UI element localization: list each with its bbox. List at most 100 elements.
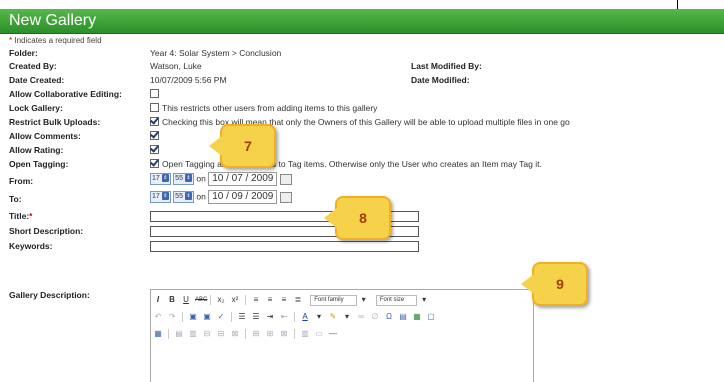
title-required-star: *: [29, 211, 33, 221]
align-left-icon[interactable]: ≡: [251, 295, 261, 305]
cleanup-icon[interactable]: ✓: [216, 312, 226, 322]
chevron-down-icon[interactable]: ▾: [419, 295, 429, 305]
delete-row-icon[interactable]: ⊠: [230, 329, 240, 339]
split-cells-icon[interactable]: ▥: [300, 329, 310, 339]
folder-label: Folder:: [9, 48, 38, 58]
delete-col-icon[interactable]: ⊠: [279, 329, 289, 339]
bullet-list-icon[interactable]: ☰: [237, 312, 247, 322]
callout-8: 8: [324, 196, 391, 240]
table-icon[interactable]: ▦: [153, 329, 163, 339]
calendar-icon[interactable]: [280, 173, 293, 185]
from-minute-select[interactable]: 55 ⇕: [173, 173, 194, 185]
underline-icon[interactable]: U: [181, 295, 191, 305]
short-description-label: Short Description:: [9, 226, 84, 236]
to-date-input[interactable]: 10 / 09 / 2009: [208, 190, 278, 204]
allow-rating-row: [150, 145, 162, 155]
keywords-input[interactable]: [150, 241, 419, 252]
open-tagging-row: Open Tagging allows all Users to Tag ite…: [150, 159, 542, 169]
allow-collab-checkbox[interactable]: [150, 89, 159, 98]
date-modified-label: Date Modified:: [411, 75, 470, 85]
allow-rating-checkbox[interactable]: [150, 145, 159, 154]
paste-text-icon[interactable]: ▣: [188, 312, 198, 322]
superscript-icon[interactable]: x²: [230, 295, 240, 305]
spin-arrows-icon: ⇕: [161, 192, 169, 201]
align-center-icon[interactable]: ≡: [265, 295, 275, 305]
restrict-bulk-checkbox[interactable]: [150, 117, 159, 126]
image-icon[interactable]: ▦: [412, 312, 422, 322]
created-by-value: Watson, Luke: [150, 61, 202, 71]
font-family-select[interactable]: Font family: [310, 294, 357, 306]
gallery-description-label: Gallery Description:: [9, 290, 90, 300]
to-row: 17 ⇕ 55 ⇕ on 10 / 09 / 2009: [150, 190, 293, 204]
calendar-icon[interactable]: [280, 191, 293, 203]
unlink-icon[interactable]: ∅: [370, 312, 380, 322]
to-label: To:: [9, 194, 22, 204]
required-note-text: Indicates a required field: [12, 36, 102, 45]
lock-gallery-row: This restricts other users from adding i…: [150, 103, 377, 113]
text-color-icon[interactable]: A: [300, 312, 310, 322]
lock-gallery-label: Lock Gallery:: [9, 103, 63, 113]
chevron-down-icon[interactable]: ▾: [359, 295, 369, 305]
to-on-text: on: [196, 191, 206, 202]
date-created-value: 10/07/2009 5:56 PM: [150, 75, 227, 85]
allow-comments-row: [150, 131, 162, 141]
document-icon[interactable]: ▢: [426, 312, 436, 322]
callout-9: 9: [521, 262, 588, 306]
numbered-list-icon[interactable]: ☰: [251, 312, 261, 322]
open-tagging-text: Open Tagging allows all Users to Tag ite…: [162, 159, 542, 169]
title-label: Title:*: [9, 211, 33, 221]
created-by-label: Created By:: [9, 61, 57, 71]
horizontal-rule-icon[interactable]: —: [328, 329, 338, 339]
merge-cells-icon[interactable]: ▭: [314, 329, 324, 339]
insert-col-after-icon[interactable]: ⊞: [265, 329, 275, 339]
media-icon[interactable]: ▤: [398, 312, 408, 322]
indent-icon[interactable]: ⇥: [265, 312, 275, 322]
insert-col-before-icon[interactable]: ⊞: [251, 329, 261, 339]
spin-arrows-icon: ⇕: [184, 174, 192, 183]
allow-comments-label: Allow Comments:: [9, 131, 81, 141]
editor-toolbar-row-2: ↶ ↷ ▣ ▣ ✓ ☰ ☰ ⇥ ⇤ A ▾ ✎ ▾ ∞ ∅ Ω ▤ ▦ ▢: [151, 310, 533, 324]
align-justify-icon[interactable]: ≣: [293, 295, 303, 305]
last-modified-by-label: Last Modified By:: [411, 61, 482, 71]
open-tagging-label: Open Tagging:: [9, 159, 69, 169]
restrict-bulk-label: Restrict Bulk Uploads:: [9, 117, 101, 127]
open-tagging-checkbox[interactable]: [150, 159, 159, 168]
from-hour-select[interactable]: 17 ⇕: [150, 173, 171, 185]
outdent-icon[interactable]: ⇤: [279, 312, 289, 322]
font-size-select[interactable]: Font size: [375, 294, 418, 306]
bold-icon[interactable]: B: [167, 295, 177, 305]
date-created-label: Date Created:: [9, 75, 65, 85]
insert-row-before-icon[interactable]: ⊟: [202, 329, 212, 339]
page-title: New Gallery: [9, 12, 97, 29]
omega-icon[interactable]: Ω: [384, 312, 394, 322]
paste-word-icon[interactable]: ▣: [202, 312, 212, 322]
link-icon[interactable]: ∞: [356, 312, 366, 322]
cell-properties-icon[interactable]: ▥: [188, 329, 198, 339]
restrict-bulk-row: Checking this box will mean that only th…: [150, 117, 570, 127]
editor-toolbar-row-1: I B U ABC x₂ x² ≡ ≡ ≡ ≣ Font family ▾ Font size ▾: [151, 293, 533, 307]
rich-text-editor[interactable]: I B U ABC x₂ x² ≡ ≡ ≡ ≣ Font family ▾ Font size ▾ ↶…: [150, 289, 534, 382]
background-color-icon[interactable]: ✎: [328, 312, 338, 322]
allow-rating-label: Allow Rating:: [9, 145, 64, 155]
from-label: From:: [9, 176, 34, 186]
lock-gallery-checkbox[interactable]: [150, 103, 159, 112]
from-date-input[interactable]: 10 / 07 / 2009: [208, 172, 278, 186]
to-minute-select[interactable]: 55 ⇕: [173, 191, 194, 203]
italic-icon[interactable]: I: [153, 295, 163, 305]
subscript-icon[interactable]: x₂: [216, 295, 226, 305]
required-note: * Indicates a required field: [9, 36, 102, 45]
strikethrough-icon[interactable]: ABC: [195, 295, 207, 305]
chevron-down-icon[interactable]: ▾: [342, 312, 352, 322]
allow-collab-row: [150, 89, 162, 99]
redo-icon[interactable]: ↷: [167, 312, 177, 322]
allow-comments-checkbox[interactable]: [150, 131, 159, 140]
insert-row-after-icon[interactable]: ⊟: [216, 329, 226, 339]
to-hour-select[interactable]: 17 ⇕: [150, 191, 171, 203]
highlight-icon[interactable]: ▾: [314, 312, 324, 322]
align-right-icon[interactable]: ≡: [279, 295, 289, 305]
spin-arrows-icon: ⇕: [161, 174, 169, 183]
undo-icon[interactable]: ↶: [153, 312, 163, 322]
folder-value: Year 4: Solar System > Conclusion: [150, 48, 282, 58]
from-row: 17 ⇕ 55 ⇕ on 10 / 07 / 2009: [150, 172, 293, 186]
row-properties-icon[interactable]: ▤: [174, 329, 184, 339]
